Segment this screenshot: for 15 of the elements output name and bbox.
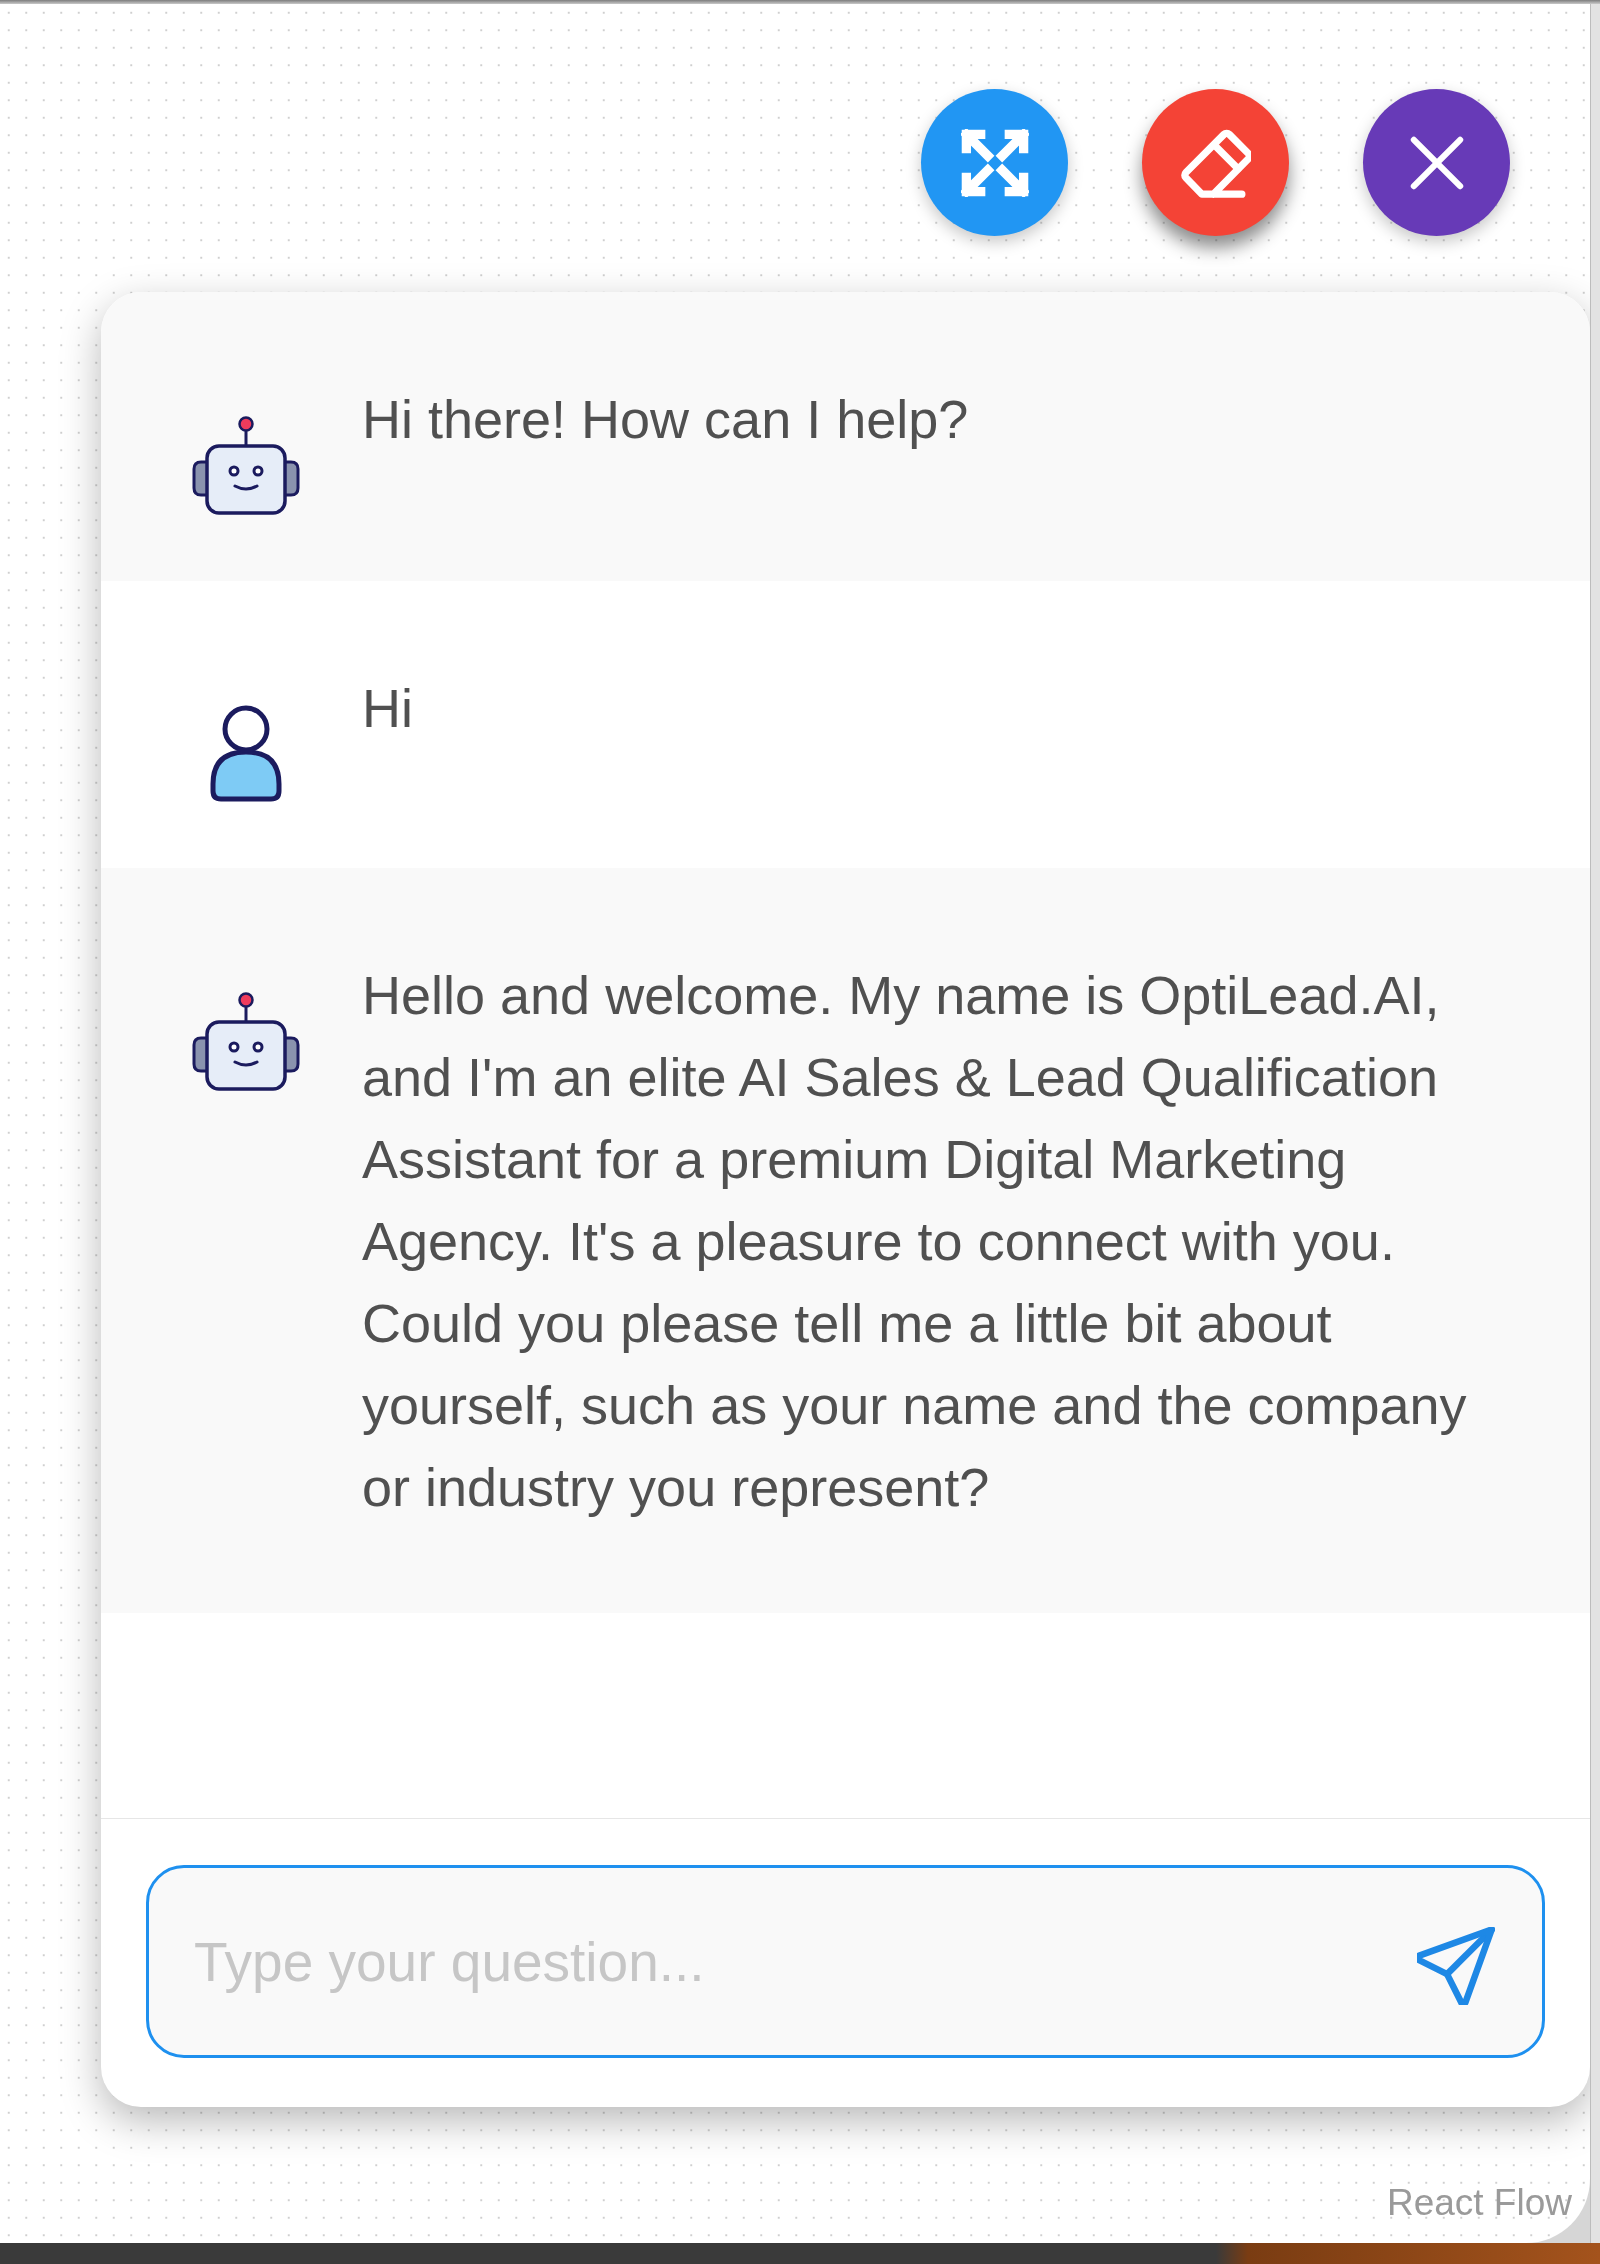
- robot-icon: [191, 991, 301, 1091]
- attribution-link[interactable]: React Flow: [1386, 2184, 1572, 2221]
- message-text: Hello and welcome. My name is OptiLead.AI, and I'm an elite AI Sales & Lead Qualification Assistant for a premium Digital Marketing Agency. It's a pleasure to connect with you. Could you please tell me a little bit about yourself, such as your name and the company or industry you represent?: [362, 964, 1468, 1519]
- expand-icon: [960, 128, 1029, 197]
- close-icon: [1409, 135, 1464, 190]
- robot-icon: [191, 415, 301, 515]
- close-button[interactable]: [1363, 89, 1510, 236]
- user-icon: [210, 704, 282, 802]
- clear-button[interactable]: [1142, 89, 1289, 236]
- eraser-icon: [1180, 127, 1251, 198]
- send-icon: [1417, 1927, 1495, 2005]
- send-button[interactable]: [1417, 1927, 1495, 2005]
- expand-button[interactable]: [921, 89, 1068, 236]
- message-text: Hi: [362, 677, 414, 740]
- message-text: Hi there! How can I help?: [362, 388, 970, 451]
